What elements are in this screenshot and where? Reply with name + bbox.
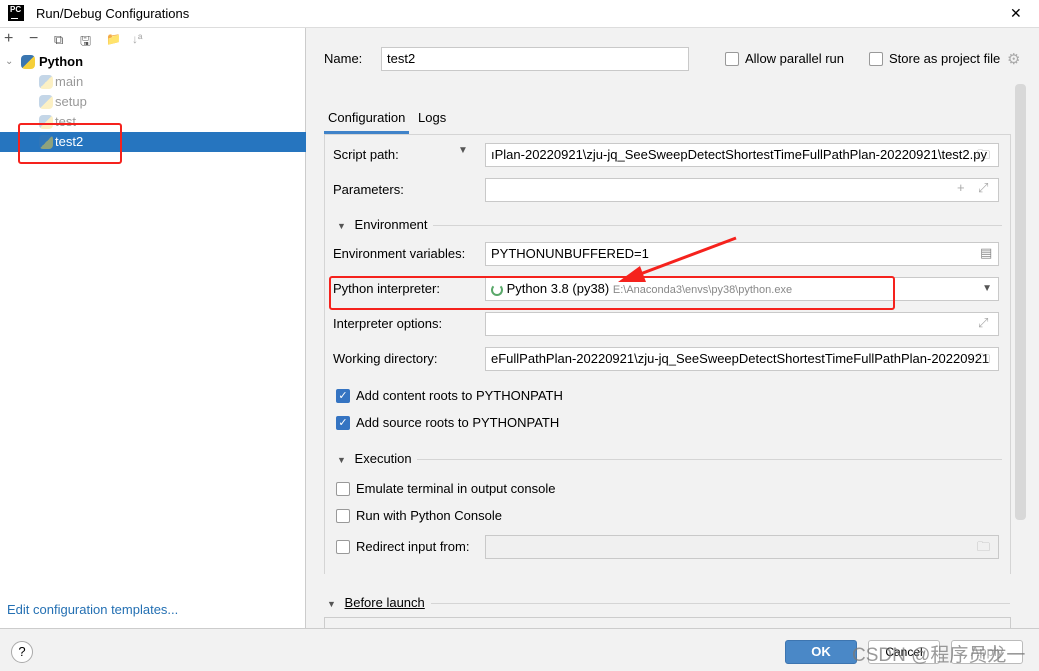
tree-root-python[interactable]: ⌄ Python bbox=[0, 52, 306, 72]
document-icon[interactable]: ▤ bbox=[980, 245, 992, 261]
collapse-icon: ▼ bbox=[337, 455, 346, 465]
python-console-label: Run with Python Console bbox=[356, 508, 502, 523]
python-icon bbox=[21, 55, 35, 69]
section-title: Environment bbox=[354, 217, 428, 232]
dropdown-arrow-icon: ▼ bbox=[982, 283, 992, 294]
interp-options-label: Interpreter options: bbox=[333, 316, 443, 331]
section-title: Execution bbox=[354, 451, 412, 466]
script-path-input[interactable]: ıPlan-20220921\zju-jq_SeeSweepDetectShor… bbox=[485, 143, 999, 167]
store-project-checkbox[interactable] bbox=[869, 52, 883, 66]
title-bar: PC Run/Debug Configurations ✕ bbox=[0, 0, 1039, 28]
folder-button[interactable]: 📁 bbox=[106, 32, 121, 46]
working-dir-label: Working directory: bbox=[333, 351, 438, 366]
scrollbar[interactable] bbox=[1015, 84, 1026, 520]
help-button[interactable]: ? bbox=[11, 641, 33, 663]
redirect-input-label: Redirect input from: bbox=[356, 539, 470, 554]
redirect-input-checkbox[interactable] bbox=[336, 540, 350, 554]
tab-logs[interactable]: Logs bbox=[418, 108, 446, 128]
parameters-label: Parameters: bbox=[333, 182, 404, 197]
execution-section[interactable]: ▼ Execution bbox=[337, 449, 1002, 469]
window-title: Run/Debug Configurations bbox=[36, 6, 190, 21]
interp-options-input[interactable] bbox=[485, 312, 999, 336]
env-vars-input[interactable]: PYTHONUNBUFFERED=1 bbox=[485, 242, 999, 266]
expand-icon[interactable]: ⤢ bbox=[978, 315, 988, 331]
annotation-box bbox=[18, 123, 122, 164]
working-dir-input[interactable]: eFullPathPlan-20220921\zju-jq_SeeSweepDe… bbox=[485, 347, 999, 371]
remove-button[interactable]: − bbox=[29, 30, 38, 48]
allow-parallel-checkbox[interactable] bbox=[725, 52, 739, 66]
sort-button[interactable]: ↓ª bbox=[132, 32, 142, 46]
content-roots-label: Add content roots to PYTHONPATH bbox=[356, 388, 563, 403]
tab-configuration[interactable]: Configuration bbox=[324, 108, 410, 134]
close-button[interactable]: ✕ bbox=[1010, 5, 1022, 22]
name-input[interactable]: test2 bbox=[381, 47, 689, 71]
store-project-label: Store as project file bbox=[889, 51, 1001, 66]
python-icon bbox=[39, 95, 53, 109]
parameters-input[interactable] bbox=[485, 178, 999, 202]
allow-parallel-label: Allow parallel run bbox=[745, 51, 844, 66]
tree-item-label: main bbox=[55, 74, 84, 89]
tree-root-label: Python bbox=[39, 54, 84, 69]
gear-icon[interactable]: ⚙ bbox=[1007, 50, 1020, 68]
source-roots-checkbox[interactable]: ✓ bbox=[336, 416, 350, 430]
emulate-terminal-label: Emulate terminal in output console bbox=[356, 481, 556, 496]
python-icon bbox=[39, 75, 53, 89]
tree-item[interactable]: setup bbox=[0, 92, 306, 112]
edit-templates-link[interactable]: Edit configuration templates... bbox=[7, 602, 178, 617]
expand-icon[interactable]: ⤢ bbox=[978, 180, 988, 196]
watermark: CSDN @程序员龙一 bbox=[852, 645, 1026, 666]
script-type-dropdown[interactable]: ▼ bbox=[458, 145, 468, 156]
pycharm-logo: PC bbox=[8, 5, 24, 21]
script-path-label: Script path: bbox=[333, 147, 399, 162]
folder-icon[interactable]: 🗀 bbox=[977, 146, 990, 168]
tree-item[interactable]: main bbox=[0, 72, 306, 92]
annotation-arrow bbox=[618, 236, 737, 282]
add-macro-icon[interactable]: + bbox=[957, 180, 965, 195]
python-console-checkbox[interactable] bbox=[336, 509, 350, 523]
content-roots-checkbox[interactable]: ✓ bbox=[336, 389, 350, 403]
emulate-terminal-checkbox[interactable] bbox=[336, 482, 350, 496]
env-vars-label: Environment variables: bbox=[333, 246, 466, 261]
name-label: Name: bbox=[324, 51, 363, 66]
copy-button[interactable]: ⧉ bbox=[54, 32, 63, 48]
ok-button[interactable]: OK bbox=[785, 640, 857, 664]
before-launch-list bbox=[324, 617, 1011, 628]
collapse-icon: ▼ bbox=[327, 599, 336, 609]
section-title: Before launch bbox=[344, 595, 425, 610]
source-roots-label: Add source roots to PYTHONPATH bbox=[356, 415, 560, 430]
tree-item-label: setup bbox=[55, 94, 87, 109]
before-launch-section[interactable]: ▼ Before launch bbox=[327, 593, 1010, 613]
chevron-down-icon: ⌄ bbox=[5, 56, 14, 67]
save-button[interactable]: 🖫 bbox=[80, 32, 91, 54]
add-button[interactable]: + bbox=[4, 30, 13, 48]
collapse-icon: ▼ bbox=[337, 221, 346, 231]
redirect-input-field bbox=[485, 535, 999, 559]
folder-icon[interactable]: 🗀 bbox=[977, 350, 990, 372]
folder-icon: 🗀 bbox=[977, 539, 991, 554]
